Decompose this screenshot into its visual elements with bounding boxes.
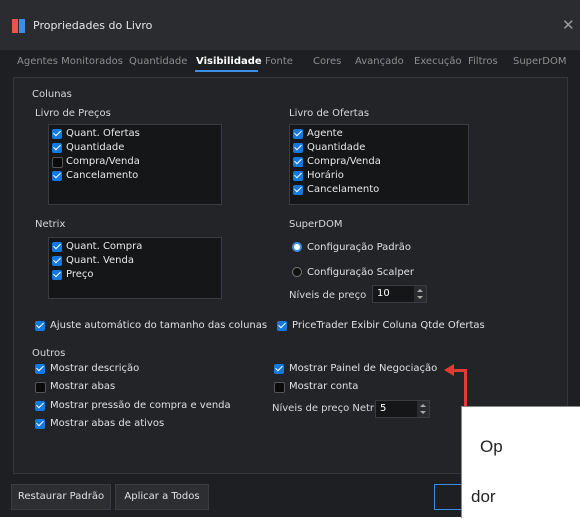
niveis-preco-label: Níveis de preço — [289, 290, 367, 301]
checkbox-checked-icon[interactable] — [274, 364, 284, 374]
stepper-arrows[interactable] — [417, 401, 429, 417]
tab-avancado[interactable]: Avançado — [355, 56, 404, 67]
netrix-label: Netrix — [35, 219, 66, 230]
stepper-arrows[interactable] — [414, 286, 426, 302]
arrow-left-icon — [444, 364, 454, 376]
checkbox-checked-icon[interactable] — [35, 401, 45, 411]
checkbox-checked-icon[interactable] — [293, 185, 303, 195]
chevron-down-icon[interactable] — [420, 411, 426, 414]
window-title: Propriedades do Livro — [33, 19, 153, 32]
tab-cores[interactable]: Cores — [313, 56, 341, 67]
annotation-callout: Op dor — [461, 406, 580, 518]
checkbox-unchecked-icon[interactable] — [52, 157, 63, 168]
tab-visibilidade[interactable]: Visibilidade — [196, 56, 262, 67]
list-item[interactable]: Quant. Compra — [52, 240, 218, 254]
list-item[interactable]: Cancelamento — [293, 183, 465, 197]
checkbox-checked-icon[interactable] — [52, 143, 62, 153]
list-item[interactable]: Horário — [293, 169, 465, 183]
checkbox-checked-icon[interactable] — [52, 242, 62, 252]
livro-precos-label: Livro de Preços — [35, 108, 111, 119]
list-item[interactable]: Agente — [293, 127, 465, 141]
checkbox-checked-icon[interactable] — [293, 157, 303, 167]
app-logo-icon — [12, 19, 25, 33]
niveis-netrix-value: 5 — [380, 403, 387, 414]
ajuste-automatico-checkbox[interactable]: Ajuste automático do tamanho das colunas — [35, 319, 275, 333]
tab-quantidade[interactable]: Quantidade — [129, 56, 187, 67]
tab-agentes-monitorados[interactable]: Agentes Monitorados — [17, 56, 123, 67]
checkbox-checked-icon[interactable] — [52, 171, 62, 181]
tab-fonte[interactable]: Fonte — [265, 56, 293, 67]
checkbox-checked-icon[interactable] — [293, 143, 303, 153]
checkbox-checked-icon[interactable] — [35, 321, 45, 331]
list-item[interactable]: Compra/Venda — [293, 155, 465, 169]
checkbox-checked-icon[interactable] — [52, 129, 62, 139]
checkbox-checked-icon[interactable] — [52, 256, 62, 266]
restaurar-padrao-button[interactable]: Restaurar Padrão — [11, 484, 111, 510]
checkbox-checked-icon[interactable] — [293, 171, 303, 181]
niveis-netrix-stepper[interactable]: 5 — [375, 400, 430, 418]
radio-configuracao-padrao[interactable]: Configuração Padrão — [292, 241, 452, 255]
mostrar-abas-checkbox[interactable]: Mostrar abas — [35, 380, 235, 394]
netrix-list: Quant. Compra Quant. Venda Preço — [48, 237, 222, 299]
outros-section-label: Outros — [32, 348, 66, 359]
niveis-preco-value: 10 — [377, 288, 390, 299]
active-tab-indicator — [195, 70, 258, 72]
livro-ofertas-list: Agente Quantidade Compra/Venda Horário C… — [289, 124, 469, 205]
mostrar-abas-ativos-checkbox[interactable]: Mostrar abas de ativos — [35, 417, 235, 431]
checkbox-checked-icon[interactable] — [293, 129, 303, 139]
livro-precos-list: Quant. Ofertas Quantidade Compra/Venda C… — [48, 124, 222, 205]
tab-execucao[interactable]: Execução — [414, 56, 462, 67]
checkbox-checked-icon[interactable] — [52, 270, 62, 280]
radio-configuracao-scalper[interactable]: Configuração Scalper — [292, 266, 452, 280]
callout-text-line2: dor — [471, 487, 496, 506]
list-item[interactable]: Quant. Venda — [52, 254, 218, 268]
niveis-netrix-label: Níveis de preço Netrix — [272, 403, 383, 414]
mostrar-painel-negociacao-checkbox[interactable]: Mostrar Painel de Negociação — [274, 362, 464, 376]
pricetrader-checkbox[interactable]: PriceTrader Exibir Coluna Qtde Ofertas — [277, 319, 527, 333]
niveis-preco-stepper[interactable]: 10 — [372, 285, 427, 303]
callout-text-line1: Op — [480, 437, 503, 456]
colunas-section-label: Colunas — [32, 89, 72, 100]
radio-unselected-icon[interactable] — [292, 267, 302, 277]
properties-window: Propriedades do Livro ✕ Agentes Monitora… — [0, 0, 580, 518]
chevron-up-icon[interactable] — [417, 289, 423, 292]
tab-superdom[interactable]: SuperDOM — [513, 56, 567, 67]
tab-bar: Agentes Monitorados Quantidade Visibilid… — [0, 50, 580, 76]
radio-selected-icon[interactable] — [292, 242, 302, 252]
checkbox-checked-icon[interactable] — [277, 321, 287, 331]
list-item[interactable]: Compra/Venda — [52, 155, 218, 169]
mostrar-descricao-checkbox[interactable]: Mostrar descrição — [35, 362, 235, 376]
title-bar: Propriedades do Livro ✕ — [0, 0, 580, 50]
checkbox-unchecked-icon[interactable] — [274, 382, 285, 393]
mostrar-pressao-checkbox[interactable]: Mostrar pressão de compra e venda — [35, 399, 265, 413]
list-item[interactable]: Quantidade — [52, 141, 218, 155]
chevron-down-icon[interactable] — [417, 296, 423, 299]
chevron-up-icon[interactable] — [420, 404, 426, 407]
checkbox-unchecked-icon[interactable] — [35, 382, 46, 393]
checkbox-checked-icon[interactable] — [35, 419, 45, 429]
list-item[interactable]: Quant. Ofertas — [52, 127, 218, 141]
superdom-label: SuperDOM — [289, 219, 343, 230]
list-item[interactable]: Cancelamento — [52, 169, 218, 183]
livro-ofertas-label: Livro de Ofertas — [289, 108, 370, 119]
mostrar-conta-checkbox[interactable]: Mostrar conta — [274, 380, 434, 394]
close-icon[interactable]: ✕ — [562, 16, 575, 34]
list-item[interactable]: Preço — [52, 268, 218, 282]
list-item[interactable]: Quantidade — [293, 141, 465, 155]
aplicar-a-todos-button[interactable]: Aplicar a Todos — [115, 484, 209, 510]
tab-filtros[interactable]: Filtros — [468, 56, 498, 67]
checkbox-checked-icon[interactable] — [35, 364, 45, 374]
